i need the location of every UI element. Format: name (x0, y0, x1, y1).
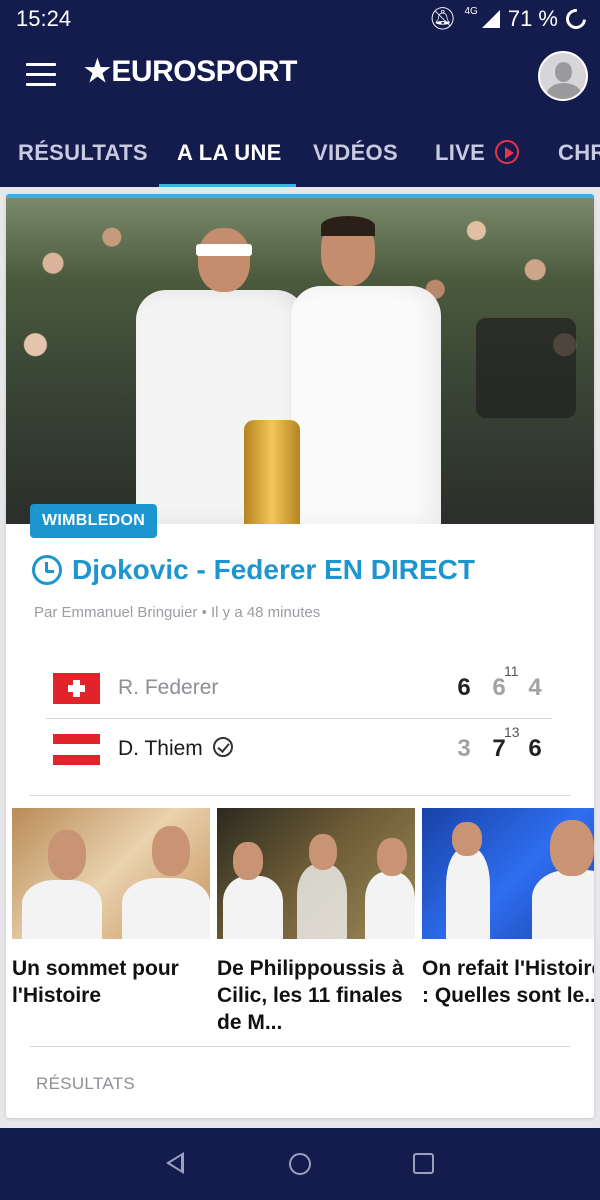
category-badge[interactable]: WIMBLEDON (30, 504, 158, 538)
tab-resultats[interactable]: RÉSULTATS (18, 140, 148, 166)
system-nav-bar (0, 1128, 600, 1200)
related-articles: Un sommet pour l'Histoire De Philippouss… (12, 808, 594, 1048)
related-thumbnail[interactable] (12, 808, 210, 939)
divider (30, 1046, 570, 1047)
network-label: 4G (464, 5, 478, 17)
related-article-3[interactable]: On refait l'Histoire : Quelles sont le..… (422, 808, 594, 1009)
related-title[interactable]: Un sommet pour l'Histoire (12, 955, 210, 1009)
score-row-federer: R. Federer 6 6 11 4 (46, 658, 552, 718)
avatar-body-icon (547, 83, 581, 99)
home-icon[interactable] (289, 1153, 311, 1175)
trophy-figure (244, 420, 300, 524)
scoreboard[interactable]: R. Federer 6 6 11 4 D. Thiem 3 7 13 6 (46, 658, 552, 778)
logo-text: EUROSPORT (111, 55, 297, 88)
related-title[interactable]: De Philippoussis à Cilic, les 11 finales… (217, 955, 415, 1036)
tiebreak-score: 13 (504, 724, 520, 740)
active-tab-indicator (159, 184, 296, 187)
hero-image[interactable] (6, 198, 594, 524)
switzerland-flag-icon (53, 673, 100, 704)
related-thumbnail[interactable] (422, 808, 594, 939)
score-row-thiem: D. Thiem 3 7 13 6 (46, 718, 552, 778)
section-label-resultats[interactable]: RÉSULTATS (36, 1074, 135, 1094)
related-article-2[interactable]: De Philippoussis à Cilic, les 11 finales… (217, 808, 415, 1036)
hamburger-menu-icon[interactable] (26, 63, 56, 87)
winner-check-icon (212, 737, 233, 758)
camera-figure (476, 318, 576, 418)
clock-icon (32, 555, 62, 585)
set-score: 6 (528, 735, 542, 762)
tab-live-label: LIVE (435, 140, 486, 165)
related-thumbnail[interactable] (217, 808, 415, 939)
app-header: ★EUROSPORT (0, 40, 600, 112)
tab-live[interactable]: LIVE (435, 140, 520, 166)
mute-icon: 🔕︎ (428, 6, 457, 31)
player-name: D. Thiem (118, 737, 233, 761)
tab-a-la-une[interactable]: A LA UNE (177, 140, 282, 166)
section-tabs: RÉSULTATS A LA UNE VIDÉOS LIVE CHR (0, 112, 600, 187)
player-figure-right (291, 216, 471, 524)
signal-icon (481, 10, 500, 28)
set-score: 3 (457, 735, 471, 762)
status-icons: 🔕︎ 4G 71 % (428, 4, 591, 34)
tiebreak-score: 11 (504, 663, 519, 679)
related-title[interactable]: On refait l'Histoire : Quelles sont le..… (422, 955, 594, 1009)
status-bar: 15:24 🔕︎ 4G 71 % (0, 0, 600, 40)
player-name-text: D. Thiem (118, 737, 203, 760)
divider (30, 795, 570, 796)
user-avatar[interactable] (538, 51, 588, 101)
back-icon[interactable] (166, 1152, 184, 1174)
status-time: 15:24 (16, 6, 72, 31)
set-score: 6 (457, 674, 471, 701)
headline-card[interactable]: WIMBLEDON Djokovic - Federer EN DIRECT P… (6, 194, 594, 1118)
set-score: 4 (528, 674, 542, 701)
battery-icon (561, 4, 591, 34)
article-byline: Par Emmanuel Bringuier • Il y a 48 minut… (34, 604, 321, 621)
tab-chr[interactable]: CHR (558, 140, 600, 166)
live-play-icon (495, 140, 520, 165)
headline-title[interactable]: Djokovic - Federer EN DIRECT (72, 554, 475, 586)
related-article-1[interactable]: Un sommet pour l'Histoire (12, 808, 210, 1009)
player-name: R. Federer (118, 676, 219, 699)
tab-videos[interactable]: VIDÉOS (313, 140, 398, 166)
austria-flag-icon (53, 734, 100, 765)
avatar-head-icon (555, 62, 572, 82)
logo-star-icon: ★ (84, 55, 111, 88)
headline-row[interactable]: Djokovic - Federer EN DIRECT (32, 554, 475, 586)
eurosport-logo[interactable]: ★EUROSPORT (84, 54, 297, 89)
recent-apps-icon[interactable] (413, 1153, 434, 1174)
battery-label: 71 % (507, 6, 558, 31)
